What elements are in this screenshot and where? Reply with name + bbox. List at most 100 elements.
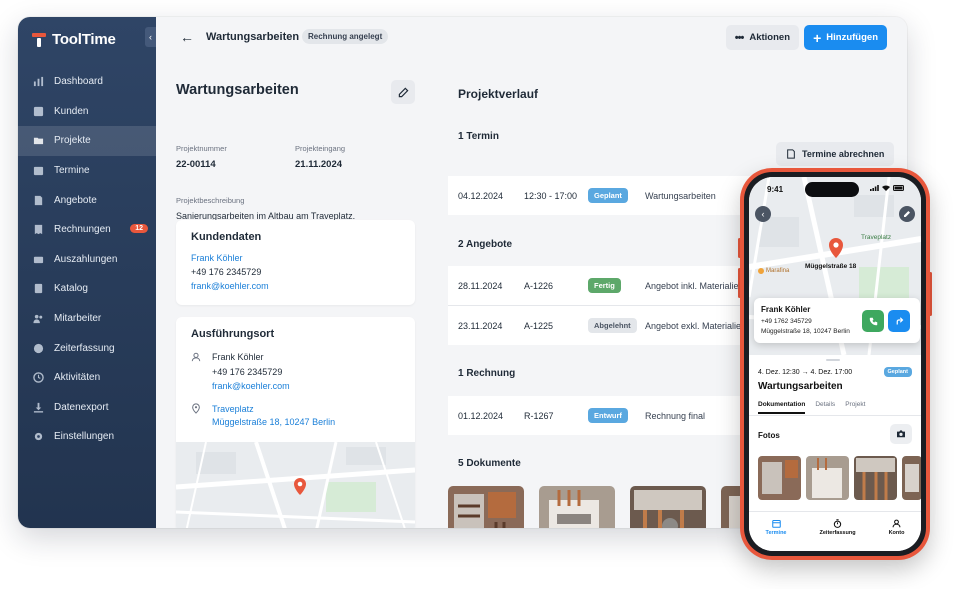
item-desc: Angebot exkl. Materialien	[645, 320, 747, 331]
status-badge: Entwurf	[588, 408, 628, 423]
sidebar-item-angebote[interactable]: Angebote	[18, 185, 156, 215]
edit-project-button[interactable]	[391, 80, 415, 104]
project-received-label: Projekteingang	[295, 144, 346, 153]
item-date: 28.11.2024	[458, 280, 503, 291]
status-bar-icons	[870, 185, 905, 191]
photo-thumbnail[interactable]	[902, 456, 921, 500]
sidebar-item-mitarbeiter[interactable]: Mitarbeiter	[18, 304, 156, 334]
tab-projekt[interactable]: Projekt	[845, 401, 865, 408]
status-badge: Geplant	[588, 188, 628, 203]
document-icon	[33, 195, 44, 206]
item-ref: A-1225	[524, 320, 554, 331]
brand-logo[interactable]: ToolTime	[32, 31, 116, 48]
add-photo-button[interactable]	[890, 424, 912, 444]
sidebar-item-kunden[interactable]: Kunden	[18, 97, 156, 127]
project-number-label: Projektnummer	[176, 144, 227, 153]
settings-icon	[33, 431, 44, 442]
user-icon	[892, 519, 901, 528]
phone-contact-phone: +49 1762 345729	[761, 318, 812, 325]
stage: ToolTime ‹ Dashboard Kunden Projekte Ter…	[0, 0, 960, 589]
photos-heading: Fotos	[758, 431, 780, 440]
project-received: 21.11.2024	[295, 159, 343, 170]
phone-back-button[interactable]: ‹	[755, 206, 771, 222]
location-map[interactable]	[176, 442, 415, 528]
sidebar-item-projekte[interactable]: Projekte	[18, 126, 156, 156]
project-number-block: Projektnummer 22-00114	[176, 144, 227, 170]
photo-thumbnail[interactable]	[806, 456, 849, 500]
sidebar-item-label: Kunden	[54, 105, 89, 117]
project-received-block: Projekteingang 21.11.2024	[295, 144, 345, 170]
history-title: Projektverlauf	[458, 87, 539, 101]
tab-details[interactable]: Details	[815, 401, 835, 408]
sidebar-item-zeiterfassung[interactable]: Zeiterfassung	[18, 333, 156, 363]
pencil-icon	[398, 87, 408, 97]
sidebar-item-einstellungen[interactable]: Einstellungen	[18, 422, 156, 452]
phone-bezel: Traveplatz Müggelstraße 18 Marafina 9:41…	[744, 172, 926, 556]
customer-card: Kundendaten Frank Köhler +49 176 2345729…	[176, 220, 415, 305]
angebote-section-title: 2 Angebote	[458, 239, 513, 250]
sidebar-item-aktivitaeten[interactable]: Aktivitäten	[18, 363, 156, 393]
item-date: 23.11.2024	[458, 320, 503, 331]
book-icon	[33, 283, 44, 294]
sidebar-item-datenexport[interactable]: Datenexport	[18, 393, 156, 423]
location-address-link[interactable]: Müggelstraße 18, 10247 Berlin	[212, 417, 335, 427]
sidebar-item-rechnungen[interactable]: Rechnungen 12	[18, 215, 156, 245]
sidebar-item-label: Termine	[54, 165, 90, 177]
tabbar-label: Konto	[888, 530, 905, 536]
tab-dokumentation[interactable]: Dokumentation	[758, 401, 806, 414]
item-ref: R-1267	[524, 410, 554, 421]
document-thumbnail[interactable]	[630, 486, 706, 528]
sidebar-item-katalog[interactable]: Katalog	[18, 274, 156, 304]
back-arrow-icon[interactable]: ←	[180, 29, 194, 45]
project-description-block: Projektbeschreibung Sanierungsarbeiten i…	[176, 196, 416, 221]
status-badge: Fertig	[588, 278, 621, 293]
calendar-icon	[771, 519, 781, 528]
sheet-handle[interactable]	[826, 359, 840, 361]
status-bar-time: 9:41	[767, 185, 784, 194]
folder-icon	[33, 135, 44, 146]
appointment-date-range: 4. Dez. 12:30 → 4. Dez. 17:00	[758, 369, 853, 376]
customer-email-link[interactable]: frank@koehler.com	[191, 281, 269, 291]
location-contact-name: Frank Köhler	[212, 352, 264, 362]
clock-icon	[33, 343, 44, 354]
navigate-button[interactable]	[888, 310, 910, 332]
invoice-doc-icon	[787, 149, 795, 159]
location-card: Ausführungsort Frank Köhler +49 176 2345…	[176, 317, 415, 528]
photo-thumbnails	[758, 456, 921, 500]
add-button[interactable]: + Hinzufügen	[804, 25, 887, 50]
call-button[interactable]	[862, 310, 884, 332]
wifi-icon	[882, 185, 890, 191]
appointment-status-badge: Geplant	[883, 367, 912, 377]
sidebar-item-auszahlungen[interactable]: Auszahlungen	[18, 245, 156, 275]
photo-thumbnail[interactable]	[758, 456, 801, 500]
location-contact-email[interactable]: frank@koehler.com	[212, 381, 290, 391]
actions-button[interactable]: ••• Aktionen	[725, 25, 799, 50]
tabbar-termine[interactable]: Termine	[766, 519, 787, 551]
document-thumbnail[interactable]	[539, 486, 615, 528]
plus-icon: +	[813, 29, 822, 46]
dokumente-section-title: 5 Dokumente	[458, 458, 521, 469]
sidebar-item-label: Rechnungen	[54, 224, 111, 236]
photo-thumbnail[interactable]	[854, 456, 897, 500]
appointment-title: Wartungsarbeiten	[758, 381, 843, 392]
chart-icon	[33, 76, 44, 87]
collapse-sidebar-button[interactable]: ‹	[145, 27, 156, 47]
topbar: ← Wartungsarbeiten Rechnung angelegt •••…	[156, 17, 907, 59]
location-place-link[interactable]: Traveplatz	[212, 404, 254, 414]
bill-appointments-button[interactable]: Termine abrechnen	[776, 142, 895, 166]
tabbar-konto[interactable]: Konto	[888, 519, 905, 551]
camera-icon	[897, 430, 905, 438]
rechnungen-section-title: 1 Rechnung	[458, 368, 516, 379]
phone-edit-button[interactable]	[899, 206, 915, 222]
contacts-icon	[33, 106, 44, 117]
sidebar-item-dashboard[interactable]: Dashboard	[18, 67, 156, 97]
sidebar-item-termine[interactable]: Termine	[18, 156, 156, 186]
customer-name-link[interactable]: Frank Köhler	[191, 253, 243, 263]
project-title: Wartungsarbeiten	[176, 82, 299, 98]
sidebar-item-label: Katalog	[54, 283, 88, 295]
tabbar-zeiterfassung[interactable]: Zeiterfassung	[820, 519, 856, 551]
tabbar-label: Termine	[765, 530, 787, 536]
item-desc: Wartungsarbeiten	[645, 190, 716, 201]
phone-screen: Traveplatz Müggelstraße 18 Marafina 9:41…	[749, 177, 921, 551]
document-thumbnail[interactable]	[448, 486, 524, 528]
